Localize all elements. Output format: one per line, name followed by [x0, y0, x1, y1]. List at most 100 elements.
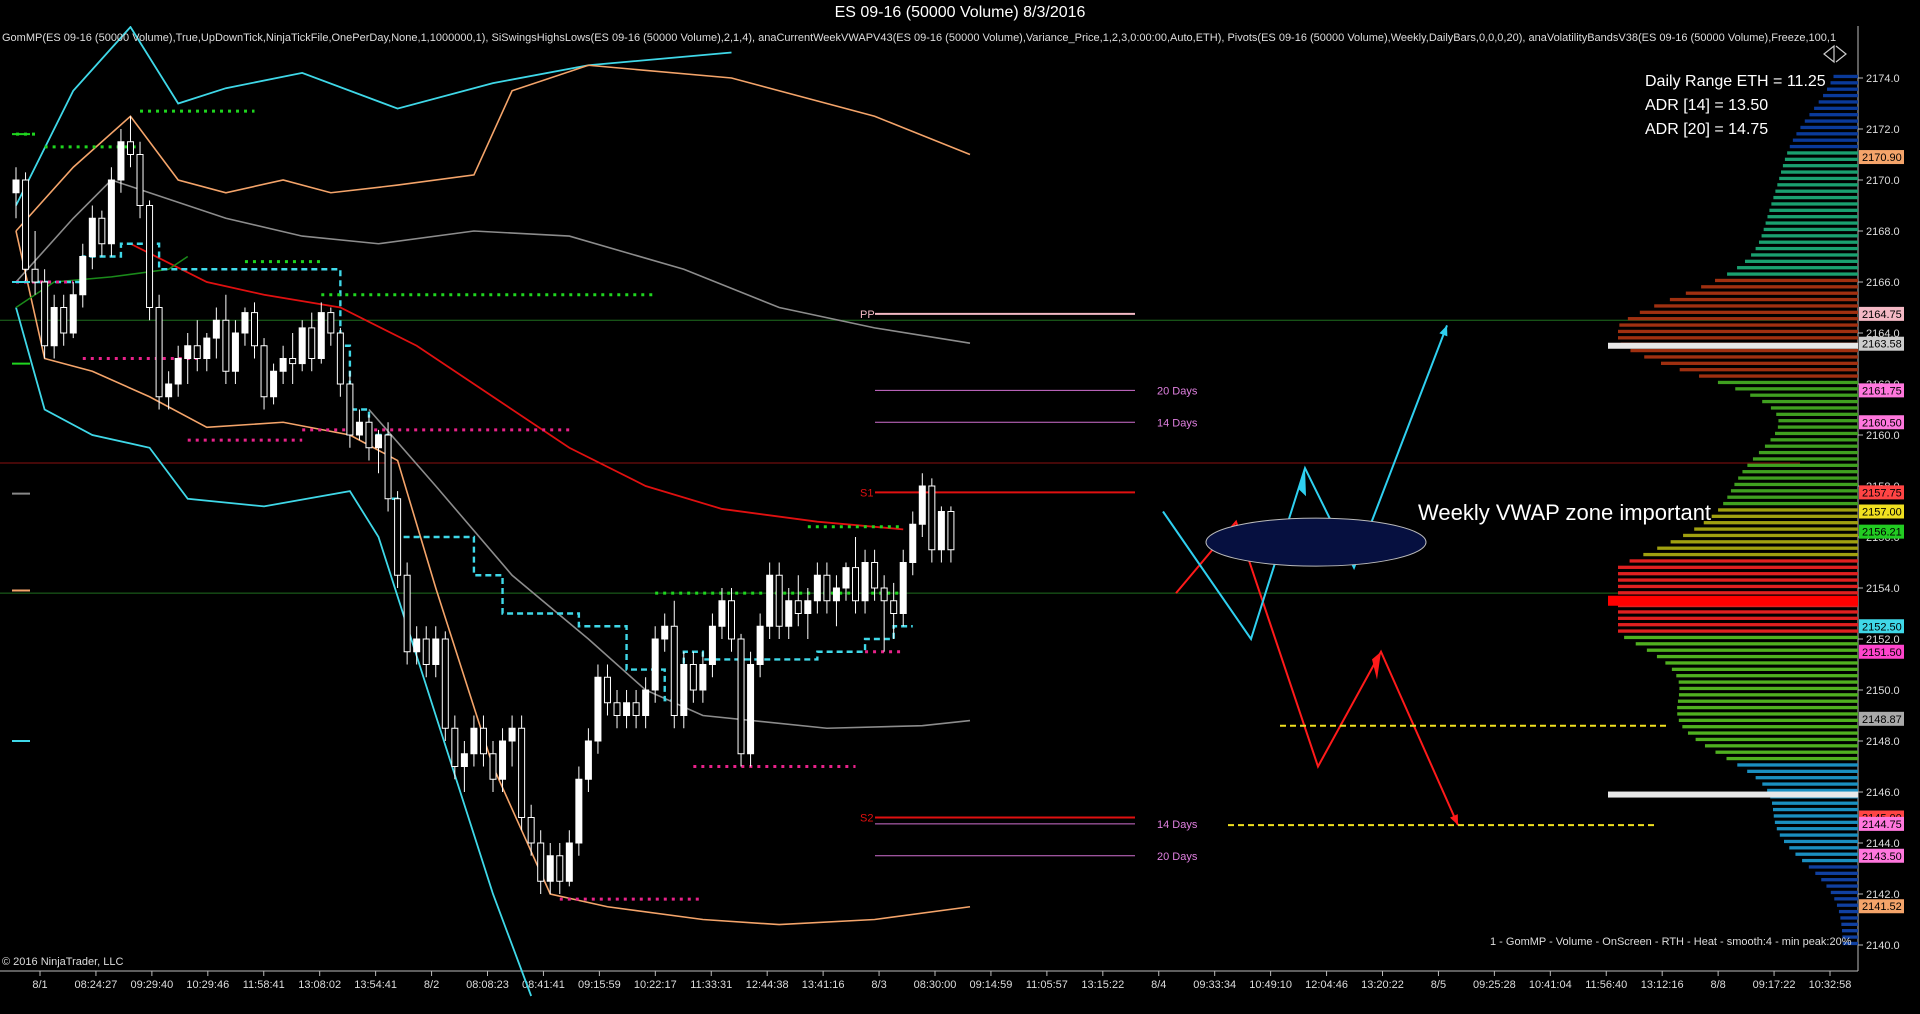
profile-bar — [1834, 897, 1858, 901]
profile-bar — [1782, 164, 1858, 168]
volume-profile-label: 1 - GomMP - Volume - OnScreen - RTH - He… — [1490, 936, 1852, 948]
profile-bar — [1624, 635, 1858, 640]
x-tick-label: 10:41:04 — [1529, 979, 1572, 991]
candle-body — [231, 332, 239, 372]
candle-body — [832, 587, 840, 602]
y-tick-label: 2148.0 — [1866, 736, 1900, 748]
profile-bar — [1747, 463, 1858, 467]
profile-bar — [1738, 476, 1858, 480]
price-marker-label: 2161.75 — [1862, 385, 1902, 397]
x-tick-label: 13:15:22 — [1081, 979, 1124, 991]
candle-body — [69, 294, 77, 334]
profile-bar — [1618, 565, 1858, 569]
series-red_vwap — [130, 242, 904, 531]
candle-body — [871, 562, 879, 589]
x-tick-label: 11:56:40 — [1585, 979, 1627, 991]
profile-bar — [1618, 578, 1858, 582]
profile-bar — [1671, 667, 1858, 671]
x-tick-label: 13:54:41 — [354, 979, 397, 991]
y-tick-label: 2170.0 — [1866, 175, 1900, 187]
candle-body — [584, 740, 592, 780]
candle-body — [336, 332, 344, 385]
candle-body — [422, 638, 430, 665]
profile-bar — [1694, 527, 1858, 531]
profile-bar — [1646, 648, 1858, 652]
adr14-label: ADR [14] = 13.50 — [1645, 97, 1769, 114]
candle-body — [489, 753, 497, 780]
profile-bar — [1715, 750, 1858, 754]
candle-body — [861, 562, 869, 602]
profile-bar — [1755, 776, 1858, 780]
profile-bar — [1678, 718, 1858, 722]
profile-bar — [1772, 801, 1858, 805]
price-marker-label: 2148.87 — [1862, 714, 1902, 726]
profile-bar — [1840, 916, 1858, 920]
profile-bar — [1677, 712, 1858, 716]
candle-body — [117, 141, 125, 181]
candle-body — [60, 307, 68, 334]
profile-bar — [1656, 654, 1858, 659]
profile-bar — [1727, 272, 1858, 276]
candle-body — [508, 727, 516, 742]
y-tick-label: 2150.0 — [1866, 685, 1900, 697]
profile-bar — [1627, 317, 1858, 321]
candle-body — [136, 154, 144, 206]
x-tick-label: 12:44:38 — [746, 979, 789, 991]
x-tick-label: 10:29:46 — [186, 979, 229, 991]
candle-body — [737, 638, 745, 755]
candle-body — [718, 600, 726, 627]
profile-bar — [1670, 540, 1858, 544]
candle-body — [451, 727, 459, 767]
profile-bar — [1618, 610, 1858, 614]
candle-body — [403, 574, 411, 653]
x-tick-label: 09:14:59 — [970, 979, 1013, 991]
candle-body — [518, 727, 526, 818]
profile-bar — [1838, 909, 1858, 914]
profile-bar — [1795, 852, 1858, 856]
profile-bar — [1717, 380, 1858, 385]
profile-bar — [1789, 846, 1858, 850]
profile-bar — [1823, 93, 1858, 98]
profile-bar — [1665, 661, 1858, 665]
candle-body — [556, 855, 564, 882]
profile-bar — [1699, 374, 1858, 378]
candle-body — [813, 574, 821, 602]
profile-bar — [1703, 521, 1858, 525]
x-tick-label: 10:22:17 — [634, 979, 677, 991]
candle-body — [12, 179, 20, 194]
price-marker-label: 2141.52 — [1862, 901, 1902, 913]
profile-bar — [1630, 348, 1858, 353]
y-tick-label: 2168.0 — [1866, 226, 1900, 238]
profile-bar — [1841, 922, 1858, 926]
candle-body — [479, 727, 487, 755]
profile-bar — [1752, 457, 1858, 461]
profile-bar — [1762, 399, 1858, 404]
profile-bar — [1779, 833, 1858, 837]
candle-body — [470, 727, 478, 755]
profile-bar — [1784, 157, 1858, 161]
candle-body — [126, 141, 134, 155]
profile-bar — [1682, 725, 1858, 729]
candle-body — [184, 345, 192, 359]
y-tick-label: 2142.0 — [1866, 889, 1900, 901]
candle-body — [270, 370, 278, 398]
profile-bar — [1830, 890, 1858, 895]
candle-body — [155, 307, 163, 398]
candle-body — [661, 625, 669, 640]
candle-body — [642, 689, 650, 716]
profile-bar — [1737, 266, 1858, 270]
y-tick-label: 2146.0 — [1866, 787, 1900, 799]
profile-bar — [1704, 744, 1858, 748]
x-tick-label: 08:30:00 — [914, 979, 957, 991]
y-tick-label: 2144.0 — [1866, 838, 1900, 850]
profile-bar — [1678, 693, 1858, 697]
candle-body — [766, 574, 774, 627]
profile-bar — [1836, 903, 1858, 907]
daily-range-label: Daily Range ETH = 11.25 — [1645, 73, 1826, 90]
profile-bar — [1773, 807, 1858, 812]
y-tick-label: 2174.0 — [1866, 73, 1900, 85]
vwap-zone-ellipse — [1205, 517, 1427, 567]
profile-bar — [1767, 215, 1858, 219]
x-tick-label: 13:20:22 — [1361, 979, 1404, 991]
profile-bar — [1737, 763, 1858, 767]
